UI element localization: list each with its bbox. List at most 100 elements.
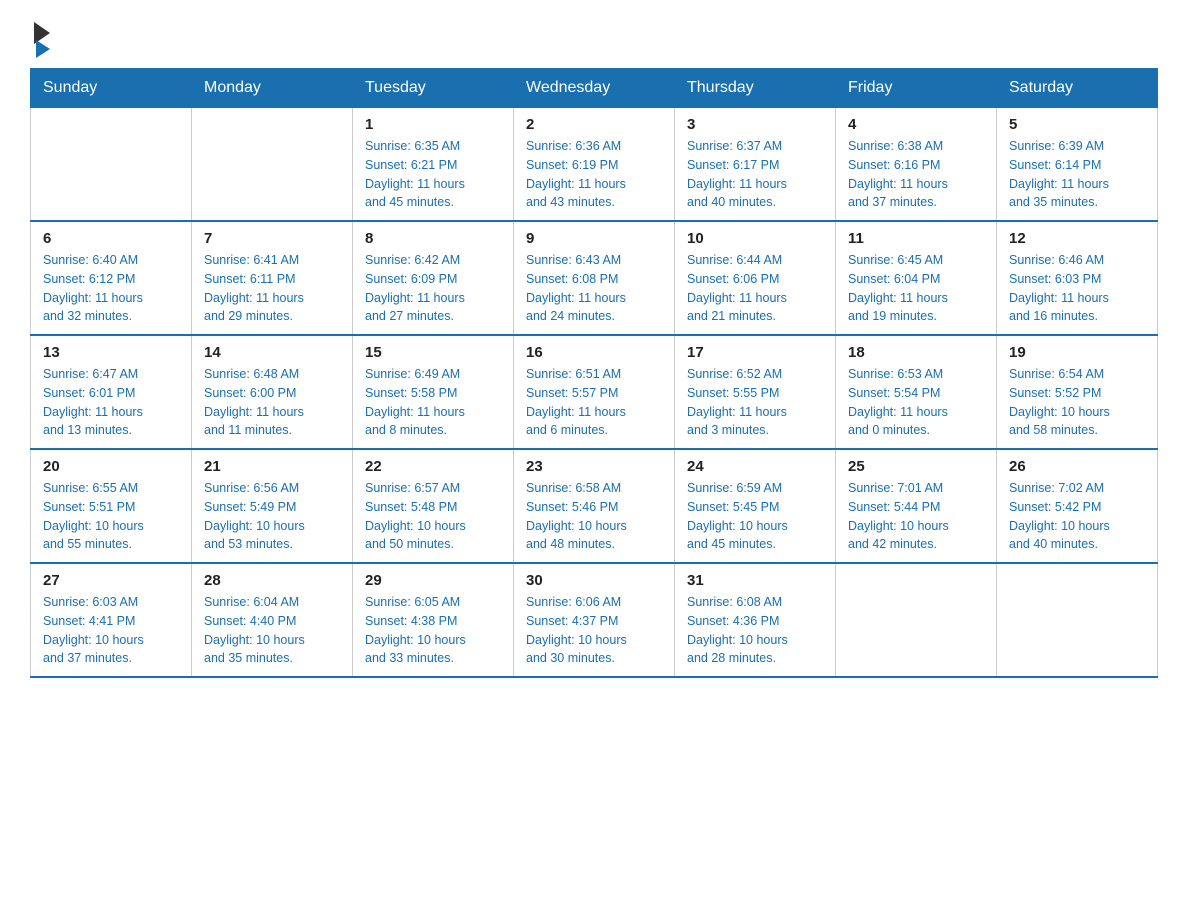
day-number: 16 [526, 344, 662, 361]
header-thursday: Thursday [675, 69, 836, 108]
header-friday: Friday [836, 69, 997, 108]
day-info: Sunrise: 7:01 AM Sunset: 5:44 PM Dayligh… [848, 479, 984, 554]
day-info: Sunrise: 6:44 AM Sunset: 6:06 PM Dayligh… [687, 251, 823, 326]
day-cell: 11 Sunrise: 6:45 AM Sunset: 6:04 PM Dayli… [836, 221, 997, 335]
day-number: 30 [526, 572, 662, 589]
header-sunday: Sunday [31, 69, 192, 108]
day-info: Sunrise: 6:38 AM Sunset: 6:16 PM Dayligh… [848, 137, 984, 212]
day-info: Sunrise: 6:03 AM Sunset: 4:41 PM Dayligh… [43, 593, 179, 668]
day-cell: 17 Sunrise: 6:52 AM Sunset: 5:55 PM Dayli… [675, 335, 836, 449]
header-monday: Monday [192, 69, 353, 108]
day-number: 23 [526, 458, 662, 475]
day-number: 29 [365, 572, 501, 589]
day-cell: 7 Sunrise: 6:41 AM Sunset: 6:11 PM Daylig… [192, 221, 353, 335]
day-info: Sunrise: 6:37 AM Sunset: 6:17 PM Dayligh… [687, 137, 823, 212]
day-number: 28 [204, 572, 340, 589]
week-row-1: 1 Sunrise: 6:35 AM Sunset: 6:21 PM Daylig… [31, 108, 1158, 222]
week-row-2: 6Sunrise: 6:40 AM Sunset: 6:12 PM Daylig… [31, 221, 1158, 335]
day-cell: 4 Sunrise: 6:38 AM Sunset: 6:16 PM Daylig… [836, 108, 997, 222]
day-number: 2 [526, 116, 662, 133]
day-number: 24 [687, 458, 823, 475]
page-header [30, 20, 1158, 58]
day-cell: 15 Sunrise: 6:49 AM Sunset: 5:58 PM Dayli… [353, 335, 514, 449]
day-number: 12 [1009, 230, 1145, 247]
day-cell: 5Sunrise: 6:39 AM Sunset: 6:14 PM Daylig… [997, 108, 1158, 222]
day-cell: 14Sunrise: 6:48 AM Sunset: 6:00 PM Dayli… [192, 335, 353, 449]
day-info: Sunrise: 6:56 AM Sunset: 5:49 PM Dayligh… [204, 479, 340, 554]
day-info: Sunrise: 6:40 AM Sunset: 6:12 PM Dayligh… [43, 251, 179, 326]
day-cell [192, 108, 353, 222]
day-cell: 20 Sunrise: 6:55 AM Sunset: 5:51 PM Dayli… [31, 449, 192, 563]
day-cell: 13 Sunrise: 6:47 AM Sunset: 6:01 PM Dayli… [31, 335, 192, 449]
day-info: Sunrise: 6:45 AM Sunset: 6:04 PM Dayligh… [848, 251, 984, 326]
header-tuesday: Tuesday [353, 69, 514, 108]
day-info: Sunrise: 6:04 AM Sunset: 4:40 PM Dayligh… [204, 593, 340, 668]
day-cell: 8 Sunrise: 6:42 AM Sunset: 6:09 PM Daylig… [353, 221, 514, 335]
logo [30, 20, 50, 58]
day-number: 8 [365, 230, 501, 247]
day-cell [836, 563, 997, 677]
day-cell: 1 Sunrise: 6:35 AM Sunset: 6:21 PM Daylig… [353, 108, 514, 222]
day-info: Sunrise: 6:05 AM Sunset: 4:38 PM Dayligh… [365, 593, 501, 668]
day-info: Sunrise: 6:53 AM Sunset: 5:54 PM Dayligh… [848, 365, 984, 440]
day-number: 25 [848, 458, 984, 475]
day-cell: 10 Sunrise: 6:44 AM Sunset: 6:06 PM Dayli… [675, 221, 836, 335]
day-info: Sunrise: 6:42 AM Sunset: 6:09 PM Dayligh… [365, 251, 501, 326]
day-cell: 18 Sunrise: 6:53 AM Sunset: 5:54 PM Dayli… [836, 335, 997, 449]
day-info: Sunrise: 6:51 AM Sunset: 5:57 PM Dayligh… [526, 365, 662, 440]
day-info: Sunrise: 6:55 AM Sunset: 5:51 PM Dayligh… [43, 479, 179, 554]
day-number: 13 [43, 344, 179, 361]
day-cell: 31 Sunrise: 6:08 AM Sunset: 4:36 PM Dayli… [675, 563, 836, 677]
day-number: 20 [43, 458, 179, 475]
day-cell: 3 Sunrise: 6:37 AM Sunset: 6:17 PM Daylig… [675, 108, 836, 222]
day-number: 27 [43, 572, 179, 589]
day-number: 7 [204, 230, 340, 247]
day-cell: 30 Sunrise: 6:06 AM Sunset: 4:37 PM Dayli… [514, 563, 675, 677]
day-number: 17 [687, 344, 823, 361]
day-number: 3 [687, 116, 823, 133]
day-cell: 19Sunrise: 6:54 AM Sunset: 5:52 PM Dayli… [997, 335, 1158, 449]
day-info: Sunrise: 6:08 AM Sunset: 4:36 PM Dayligh… [687, 593, 823, 668]
day-number: 26 [1009, 458, 1145, 475]
day-cell: 28 Sunrise: 6:04 AM Sunset: 4:40 PM Dayli… [192, 563, 353, 677]
day-number: 10 [687, 230, 823, 247]
day-number: 15 [365, 344, 501, 361]
day-number: 21 [204, 458, 340, 475]
calendar-table: SundayMondayTuesdayWednesdayThursdayFrid… [30, 68, 1158, 678]
day-number: 4 [848, 116, 984, 133]
day-number: 18 [848, 344, 984, 361]
day-cell: 16 Sunrise: 6:51 AM Sunset: 5:57 PM Dayli… [514, 335, 675, 449]
day-info: Sunrise: 6:49 AM Sunset: 5:58 PM Dayligh… [365, 365, 501, 440]
day-cell [997, 563, 1158, 677]
day-cell [31, 108, 192, 222]
day-number: 11 [848, 230, 984, 247]
calendar-header-row: SundayMondayTuesdayWednesdayThursdayFrid… [31, 69, 1158, 108]
day-cell: 2 Sunrise: 6:36 AM Sunset: 6:19 PM Daylig… [514, 108, 675, 222]
day-cell: 6Sunrise: 6:40 AM Sunset: 6:12 PM Daylig… [31, 221, 192, 335]
week-row-5: 27 Sunrise: 6:03 AM Sunset: 4:41 PM Dayli… [31, 563, 1158, 677]
day-info: Sunrise: 6:52 AM Sunset: 5:55 PM Dayligh… [687, 365, 823, 440]
day-cell: 9 Sunrise: 6:43 AM Sunset: 6:08 PM Daylig… [514, 221, 675, 335]
day-info: Sunrise: 6:35 AM Sunset: 6:21 PM Dayligh… [365, 137, 501, 212]
day-info: Sunrise: 6:59 AM Sunset: 5:45 PM Dayligh… [687, 479, 823, 554]
day-info: Sunrise: 6:41 AM Sunset: 6:11 PM Dayligh… [204, 251, 340, 326]
day-info: Sunrise: 6:06 AM Sunset: 4:37 PM Dayligh… [526, 593, 662, 668]
day-cell: 27 Sunrise: 6:03 AM Sunset: 4:41 PM Dayli… [31, 563, 192, 677]
day-info: Sunrise: 6:54 AM Sunset: 5:52 PM Dayligh… [1009, 365, 1145, 440]
day-cell: 22Sunrise: 6:57 AM Sunset: 5:48 PM Dayli… [353, 449, 514, 563]
day-number: 31 [687, 572, 823, 589]
day-info: Sunrise: 6:43 AM Sunset: 6:08 PM Dayligh… [526, 251, 662, 326]
day-number: 22 [365, 458, 501, 475]
header-saturday: Saturday [997, 69, 1158, 108]
week-row-4: 20 Sunrise: 6:55 AM Sunset: 5:51 PM Dayli… [31, 449, 1158, 563]
day-number: 1 [365, 116, 501, 133]
day-number: 14 [204, 344, 340, 361]
day-number: 9 [526, 230, 662, 247]
day-info: Sunrise: 6:36 AM Sunset: 6:19 PM Dayligh… [526, 137, 662, 212]
day-cell: 23Sunrise: 6:58 AM Sunset: 5:46 PM Dayli… [514, 449, 675, 563]
header-wednesday: Wednesday [514, 69, 675, 108]
day-cell: 29 Sunrise: 6:05 AM Sunset: 4:38 PM Dayli… [353, 563, 514, 677]
day-cell: 21 Sunrise: 6:56 AM Sunset: 5:49 PM Dayli… [192, 449, 353, 563]
day-info: Sunrise: 6:47 AM Sunset: 6:01 PM Dayligh… [43, 365, 179, 440]
day-cell: 12Sunrise: 6:46 AM Sunset: 6:03 PM Dayli… [997, 221, 1158, 335]
